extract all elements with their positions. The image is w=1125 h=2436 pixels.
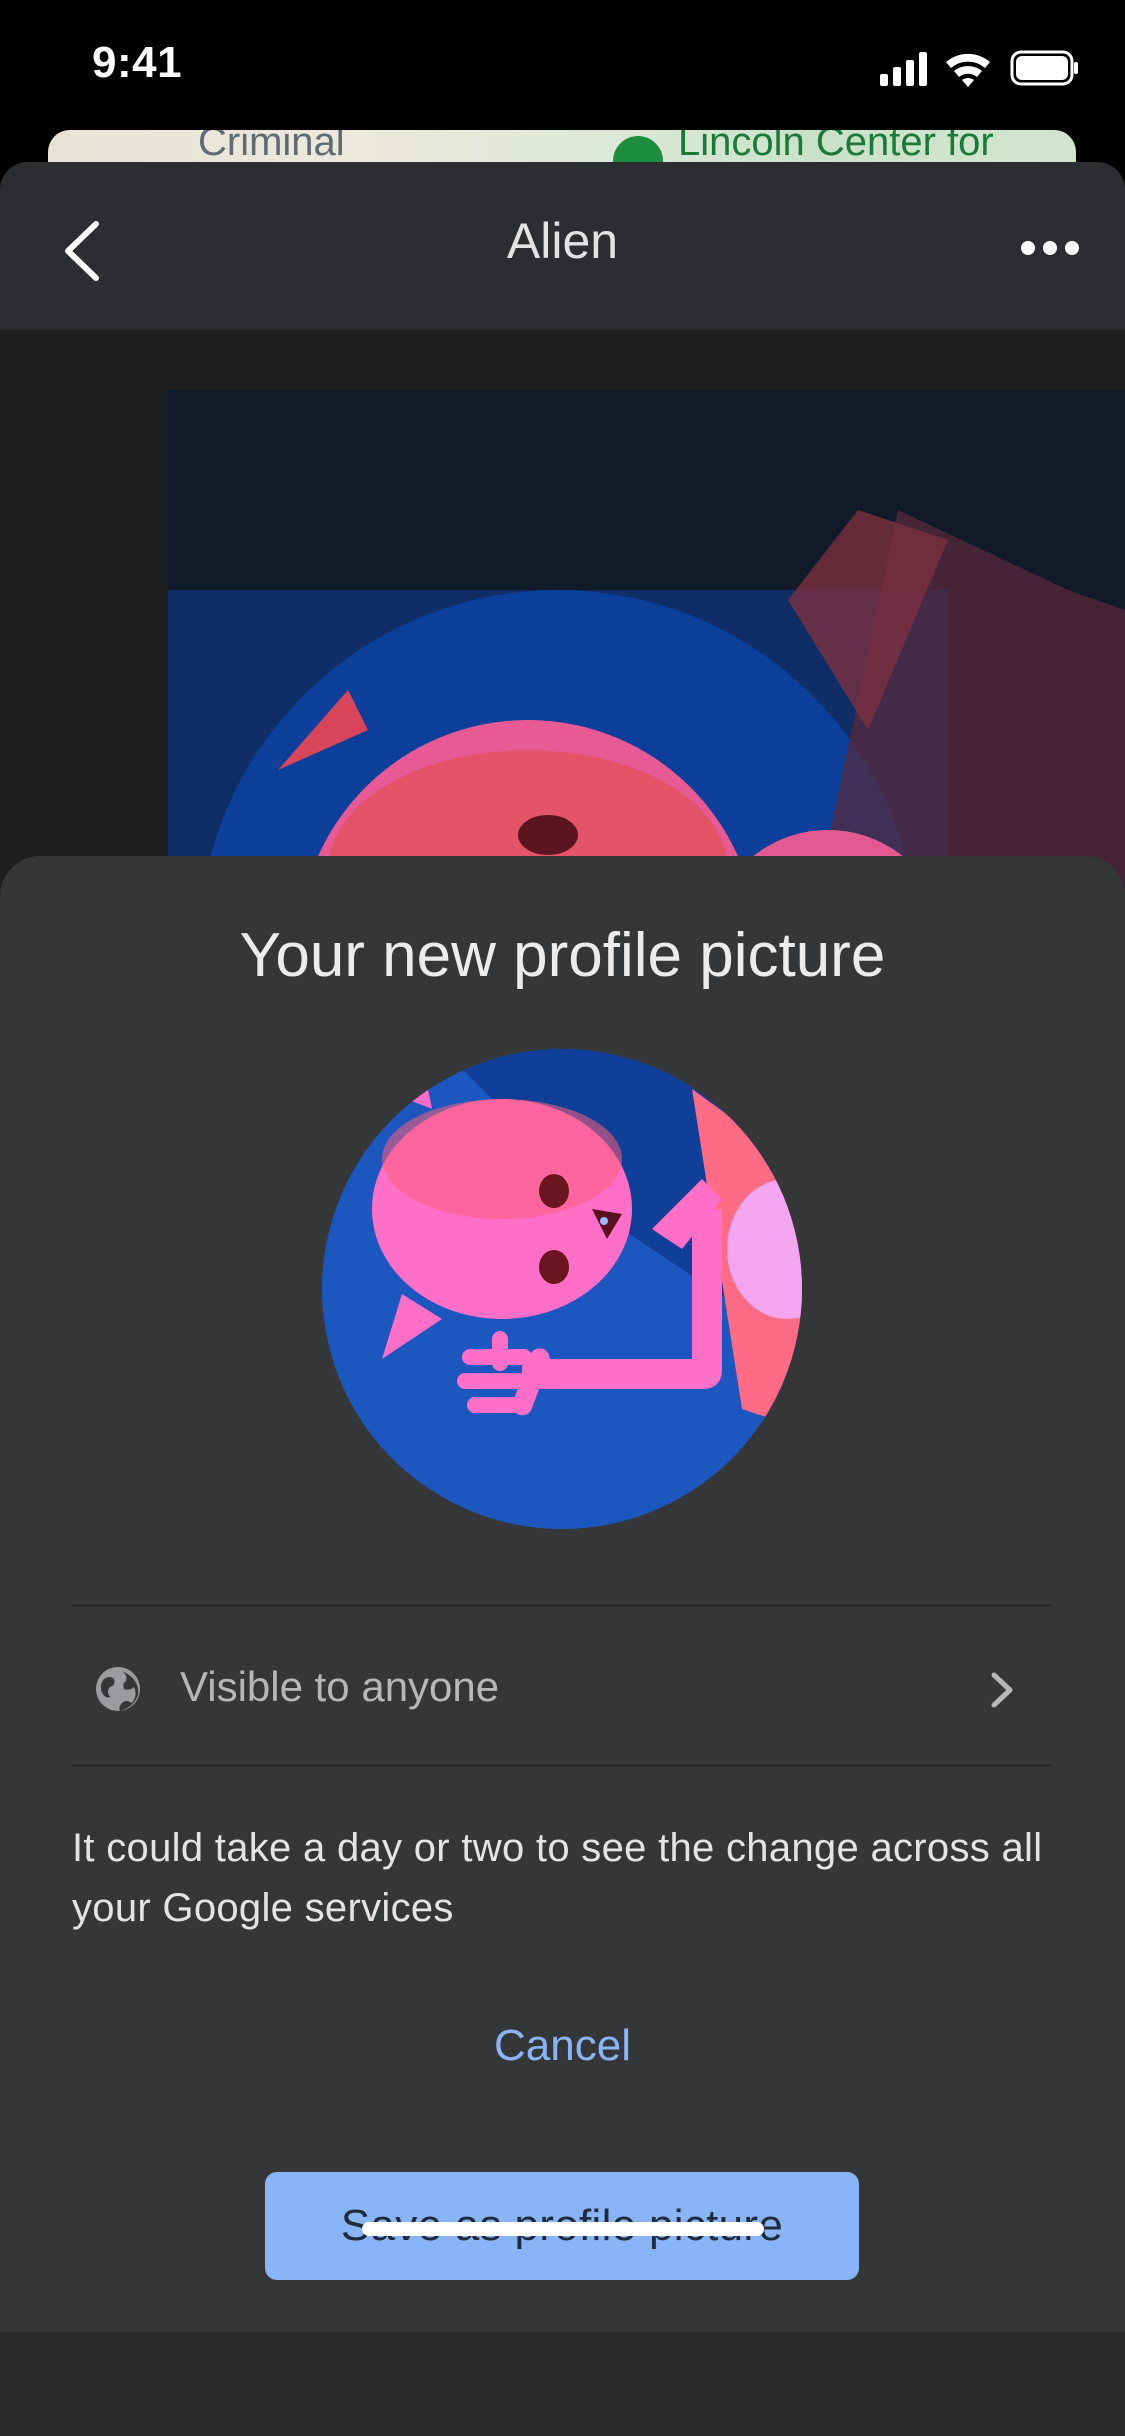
signal-icon (880, 52, 927, 86)
visibility-setting-row[interactable]: Visible to anyone (72, 1611, 1052, 1771)
visibility-label: Visible to anyone (180, 1663, 500, 1710)
status-time: 9:41 (92, 38, 183, 87)
avatar-preview (322, 1049, 802, 1529)
home-indicator[interactable] (362, 2222, 764, 2236)
chevron-right-icon (988, 1669, 1018, 1711)
wifi-icon (946, 53, 990, 87)
more-horizontal-icon[interactable] (1020, 238, 1080, 258)
status-icons (880, 48, 1080, 88)
top-app-bar: Alien (0, 162, 1125, 330)
battery-icon (1010, 50, 1078, 86)
profile-picture-dialog: Your new profile picture Visible to anyo… (0, 856, 1125, 2332)
divider (72, 1604, 1052, 1607)
cancel-button[interactable]: Cancel (440, 2006, 685, 2086)
bottom-bar-area (0, 2332, 1125, 2436)
dialog-title: Your new profile picture (239, 921, 886, 990)
page-title: Alien (506, 213, 619, 269)
divider (72, 1764, 1052, 1767)
sync-note: It could take a day or two to see the ch… (72, 1826, 1043, 1930)
map-label: Lincoln Center for (678, 130, 994, 164)
map-label: Criminal (198, 130, 345, 164)
globe-icon (94, 1665, 142, 1713)
